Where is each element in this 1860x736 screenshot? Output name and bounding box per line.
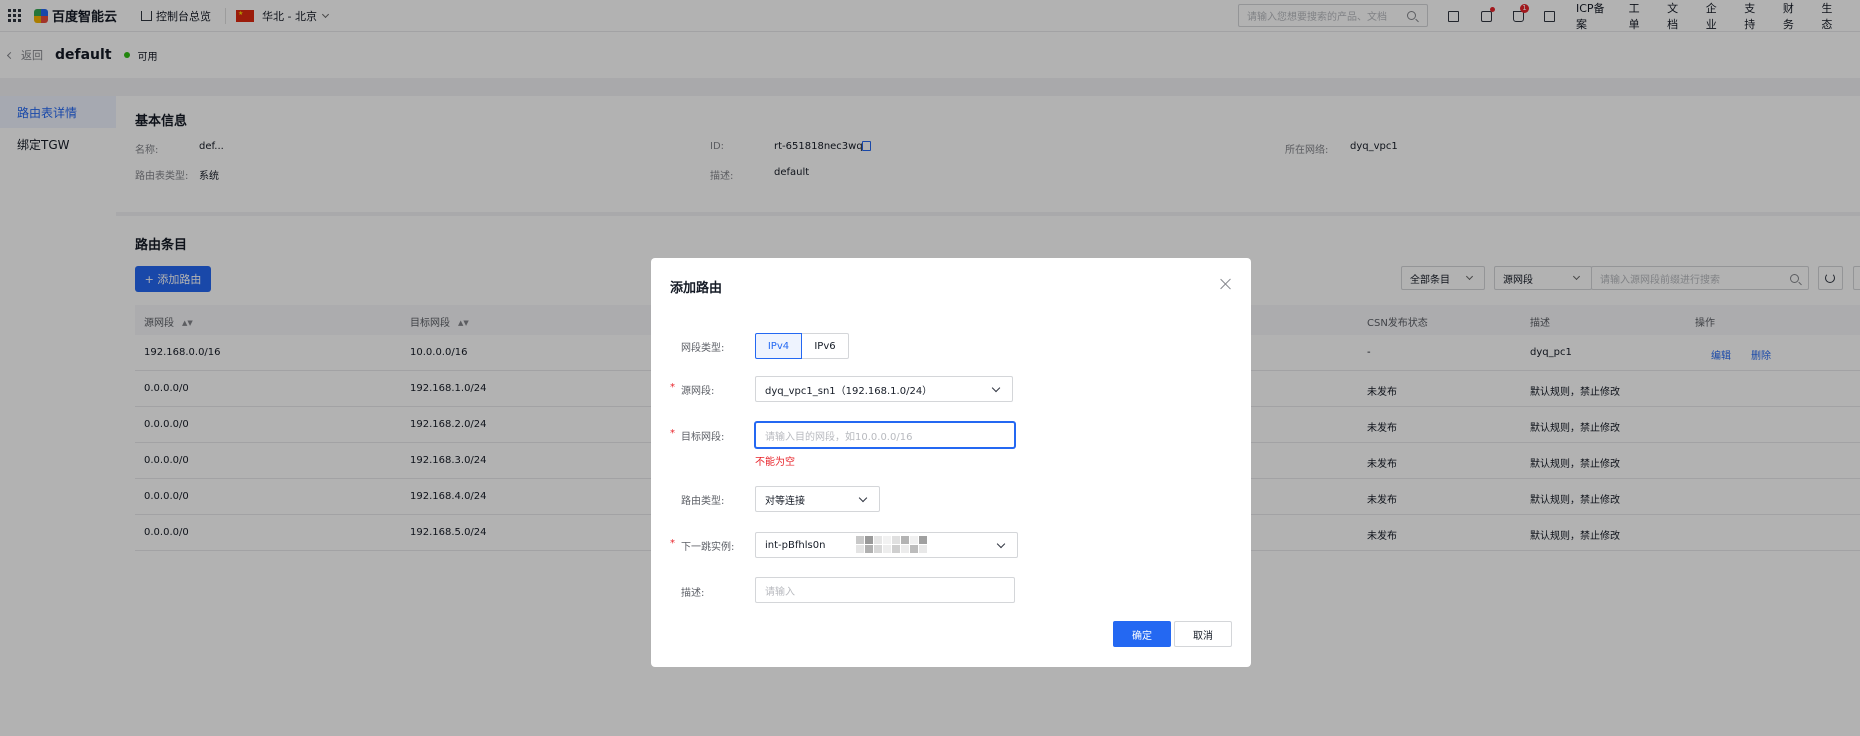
redacted-mosaic: [856, 536, 927, 554]
route-type-value: 对等连接: [765, 495, 805, 507]
add-route-dialog: 添加路由 网段类型: IPv4 IPv6 * 源网段: dyq_vpc1_sn1…: [651, 258, 1251, 667]
source-cidr-value: dyq_vpc1_sn1（192.168.1.0/24）: [765, 385, 933, 397]
destination-cidr-label: 目标网段:: [681, 432, 725, 443]
destination-cidr-placeholder: 请输入目的网段，如10.0.0.0/16: [765, 431, 913, 443]
description-input[interactable]: 请输入: [755, 577, 1015, 603]
required-mark: *: [670, 538, 675, 549]
destination-cidr-error: 不能为空: [755, 457, 795, 468]
destination-cidr-input[interactable]: 请输入目的网段，如10.0.0.0/16: [755, 422, 1015, 448]
next-hop-label: 下一跳实例:: [681, 542, 735, 553]
source-cidr-select[interactable]: dyq_vpc1_sn1（192.168.1.0/24）: [755, 376, 1013, 402]
ip-type-label: 网段类型:: [681, 343, 725, 354]
cancel-button[interactable]: 取消: [1174, 621, 1232, 647]
required-mark: *: [670, 382, 675, 393]
route-type-label: 路由类型:: [681, 496, 725, 507]
close-icon[interactable]: [1220, 278, 1232, 290]
description-placeholder: 请输入: [765, 586, 795, 598]
chevron-down-icon: [996, 539, 1006, 549]
ipv4-option[interactable]: IPv4: [755, 333, 802, 359]
source-cidr-label: 源网段:: [681, 386, 715, 397]
chevron-down-icon: [991, 383, 1001, 393]
dialog-title: 添加路由: [670, 281, 723, 296]
next-hop-value: int-pBfhls0n: [765, 539, 826, 551]
chevron-down-icon: [858, 493, 868, 503]
required-mark: *: [670, 428, 675, 439]
ipv6-option[interactable]: IPv6: [802, 333, 849, 359]
confirm-button[interactable]: 确定: [1113, 621, 1171, 647]
route-type-select[interactable]: 对等连接: [755, 486, 880, 512]
description-label: 描述:: [681, 588, 705, 599]
